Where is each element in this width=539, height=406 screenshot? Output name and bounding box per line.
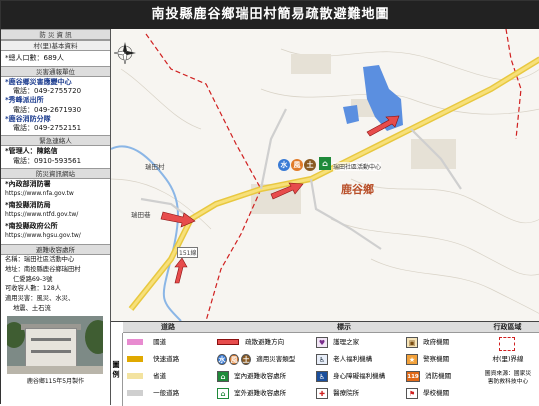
lane-label: 瑞田巷 bbox=[131, 211, 151, 219]
legend-elderly-welfare: ♿ 老人福利機構 bbox=[316, 351, 372, 368]
contact-name: *鹿谷消防分隊 bbox=[5, 114, 51, 123]
outdoor-shelter-icon: ⌂ bbox=[217, 387, 229, 399]
nursing-home-icon: ♥ bbox=[316, 336, 328, 348]
website-link[interactable]: https://www.ntfd.gov.tw/ bbox=[1, 210, 110, 221]
evacuation-map-sheet: 南投縣鹿谷鄉瑞田村簡易疏散避難地圖 防 災 資 訊 村(里)基本資料 *總人口數… bbox=[0, 0, 539, 406]
shelter-map-label: 瑞田社區活動中心 bbox=[333, 162, 382, 171]
government-icon: ▣ bbox=[406, 336, 418, 348]
population-text: *總人口數：689人 bbox=[5, 54, 64, 62]
map-canvas bbox=[111, 29, 539, 321]
emergency-contact-phone: 電話：0910-593561 bbox=[13, 156, 82, 165]
section-basic-data: 村(里)基本資料 bbox=[1, 40, 110, 51]
contact-phone: 電話：049-2671930 bbox=[13, 105, 82, 114]
legend-road-general: 一般道路 bbox=[127, 385, 179, 402]
contact-name: *秀峰派出所 bbox=[5, 96, 44, 104]
wind-hazard-icon: 風 bbox=[291, 159, 303, 171]
shelter-hazards: 適用災害：風災、水災、 bbox=[5, 295, 75, 302]
website-link[interactable]: https://www.hgsu.gov.tw/ bbox=[1, 231, 110, 242]
shelter-capacity: 可收容人數：128人 bbox=[5, 284, 62, 292]
landslide-icon: 土 bbox=[241, 353, 252, 365]
legend-road-national: 國道 bbox=[127, 334, 166, 351]
legend-fire: 119 消防機關 bbox=[406, 370, 452, 382]
website-name: *南投縣政府公所 bbox=[5, 221, 58, 230]
flood-hazard-icon: 水 bbox=[278, 159, 290, 171]
legend-hazard-types: 水 風 土 適用災害類型 bbox=[217, 353, 296, 365]
legend-header-roads: 道路 bbox=[123, 322, 213, 333]
info-panel: 防 災 資 訊 村(里)基本資料 *總人口數：689人 災害通報單位 *鹿谷鄉災… bbox=[1, 29, 111, 405]
made-by-caption: 鹿谷鄉115年5月製作 bbox=[26, 377, 85, 385]
shelter-photo bbox=[7, 315, 103, 374]
map-view[interactable]: ⌂ 水 風 土 瑞田社區活動中心 瑞田村 瑞田巷 151線 鹿谷鄉 bbox=[111, 29, 539, 321]
shelter-hazards-line2: 地震、土石流 bbox=[13, 304, 51, 312]
police-icon: ★ bbox=[406, 353, 418, 365]
section-websites: 防災資訊網站 bbox=[1, 167, 110, 179]
website-link[interactable]: https://www.nfa.gov.tw bbox=[1, 189, 110, 200]
section-emergency-contact: 緊急連絡人 bbox=[1, 135, 110, 146]
legend-disability-welfare: ♿ 身心障礙福利機構 bbox=[316, 368, 385, 385]
section-shelter: 避難收容處所 bbox=[1, 243, 110, 255]
legend-header-symbols: 標示 bbox=[213, 322, 475, 333]
wheelchair-icon: ♿ bbox=[316, 370, 328, 382]
flood-icon: 水 bbox=[217, 353, 227, 365]
legend-medical: ✚ 醫療院所 bbox=[316, 385, 359, 402]
shelter-name: 名稱：瑞田社區活動中心 bbox=[5, 255, 75, 263]
legend-outdoor-shelter: ⌂ 室外避難收容處所 bbox=[217, 385, 286, 402]
section-reporting-units: 災害通報單位 bbox=[1, 65, 110, 77]
legend-evac-direction: 疏散避難方向 bbox=[217, 334, 284, 351]
website-name: *南投縣消防局 bbox=[5, 200, 51, 209]
wind-icon: 風 bbox=[229, 353, 240, 365]
shelter-address-line2: 仁愛路69-3號 bbox=[13, 275, 53, 283]
legend-school: ⚑ 學校機關 bbox=[406, 385, 449, 402]
legend-nursing-home: ♥ 護理之家 bbox=[316, 334, 359, 351]
legend-header-admin: 行政區域 bbox=[475, 322, 539, 333]
village-boundary-swatch bbox=[499, 337, 515, 351]
contact-phone: 電話：049-2752151 bbox=[13, 124, 82, 132]
legend-police: ★ 警察機關 bbox=[406, 351, 449, 368]
emergency-contact-name: *管理人：陳銘信 bbox=[5, 147, 58, 155]
legend-government: ▣ 政府機關 bbox=[406, 334, 449, 351]
village-label: 瑞田村 bbox=[145, 163, 165, 171]
legend-road-expressway: 快速道路 bbox=[127, 351, 179, 368]
legend-road-provincial: 省道 bbox=[127, 368, 166, 385]
contact-phone: 電話：049-2755720 bbox=[13, 87, 82, 95]
school-flag-icon: ⚑ bbox=[406, 387, 418, 399]
map-legend: 圖 例 道路 標示 行政區域 國道 快速道路 省道 一般道路 疏散避難方向 水 … bbox=[111, 321, 539, 406]
shelter-address: 地址：南投縣鹿谷鄉瑞田村 bbox=[5, 266, 81, 273]
fire-119-icon: 119 bbox=[406, 370, 420, 382]
section-disaster-info: 防 災 資 訊 bbox=[1, 29, 110, 40]
legend-indoor-shelter: ⌂ 室內避難收容處所 bbox=[217, 368, 286, 385]
road-number-label: 151線 bbox=[177, 247, 199, 258]
indoor-shelter-icon: ⌂ bbox=[217, 370, 229, 382]
legend-side-label: 圖 例 bbox=[111, 333, 123, 406]
medical-cross-icon: ✚ bbox=[316, 387, 328, 399]
elderly-icon: ♿ bbox=[316, 353, 328, 365]
map-title: 南投縣鹿谷鄉瑞田村簡易疏散避難地圖 bbox=[1, 1, 539, 29]
website-name: *內政部消防署 bbox=[5, 179, 51, 188]
township-label: 鹿谷鄉 bbox=[341, 183, 374, 196]
indoor-shelter-icon[interactable]: ⌂ bbox=[319, 157, 331, 170]
legend-boundary-label: 村(里)界線 bbox=[492, 355, 524, 363]
data-source-note: 圖資來源：國家災害防救科技中心 bbox=[484, 371, 532, 385]
contact-name: *鹿谷鄉災害應變中心 bbox=[5, 77, 72, 86]
landslide-hazard-icon: 土 bbox=[304, 159, 316, 171]
